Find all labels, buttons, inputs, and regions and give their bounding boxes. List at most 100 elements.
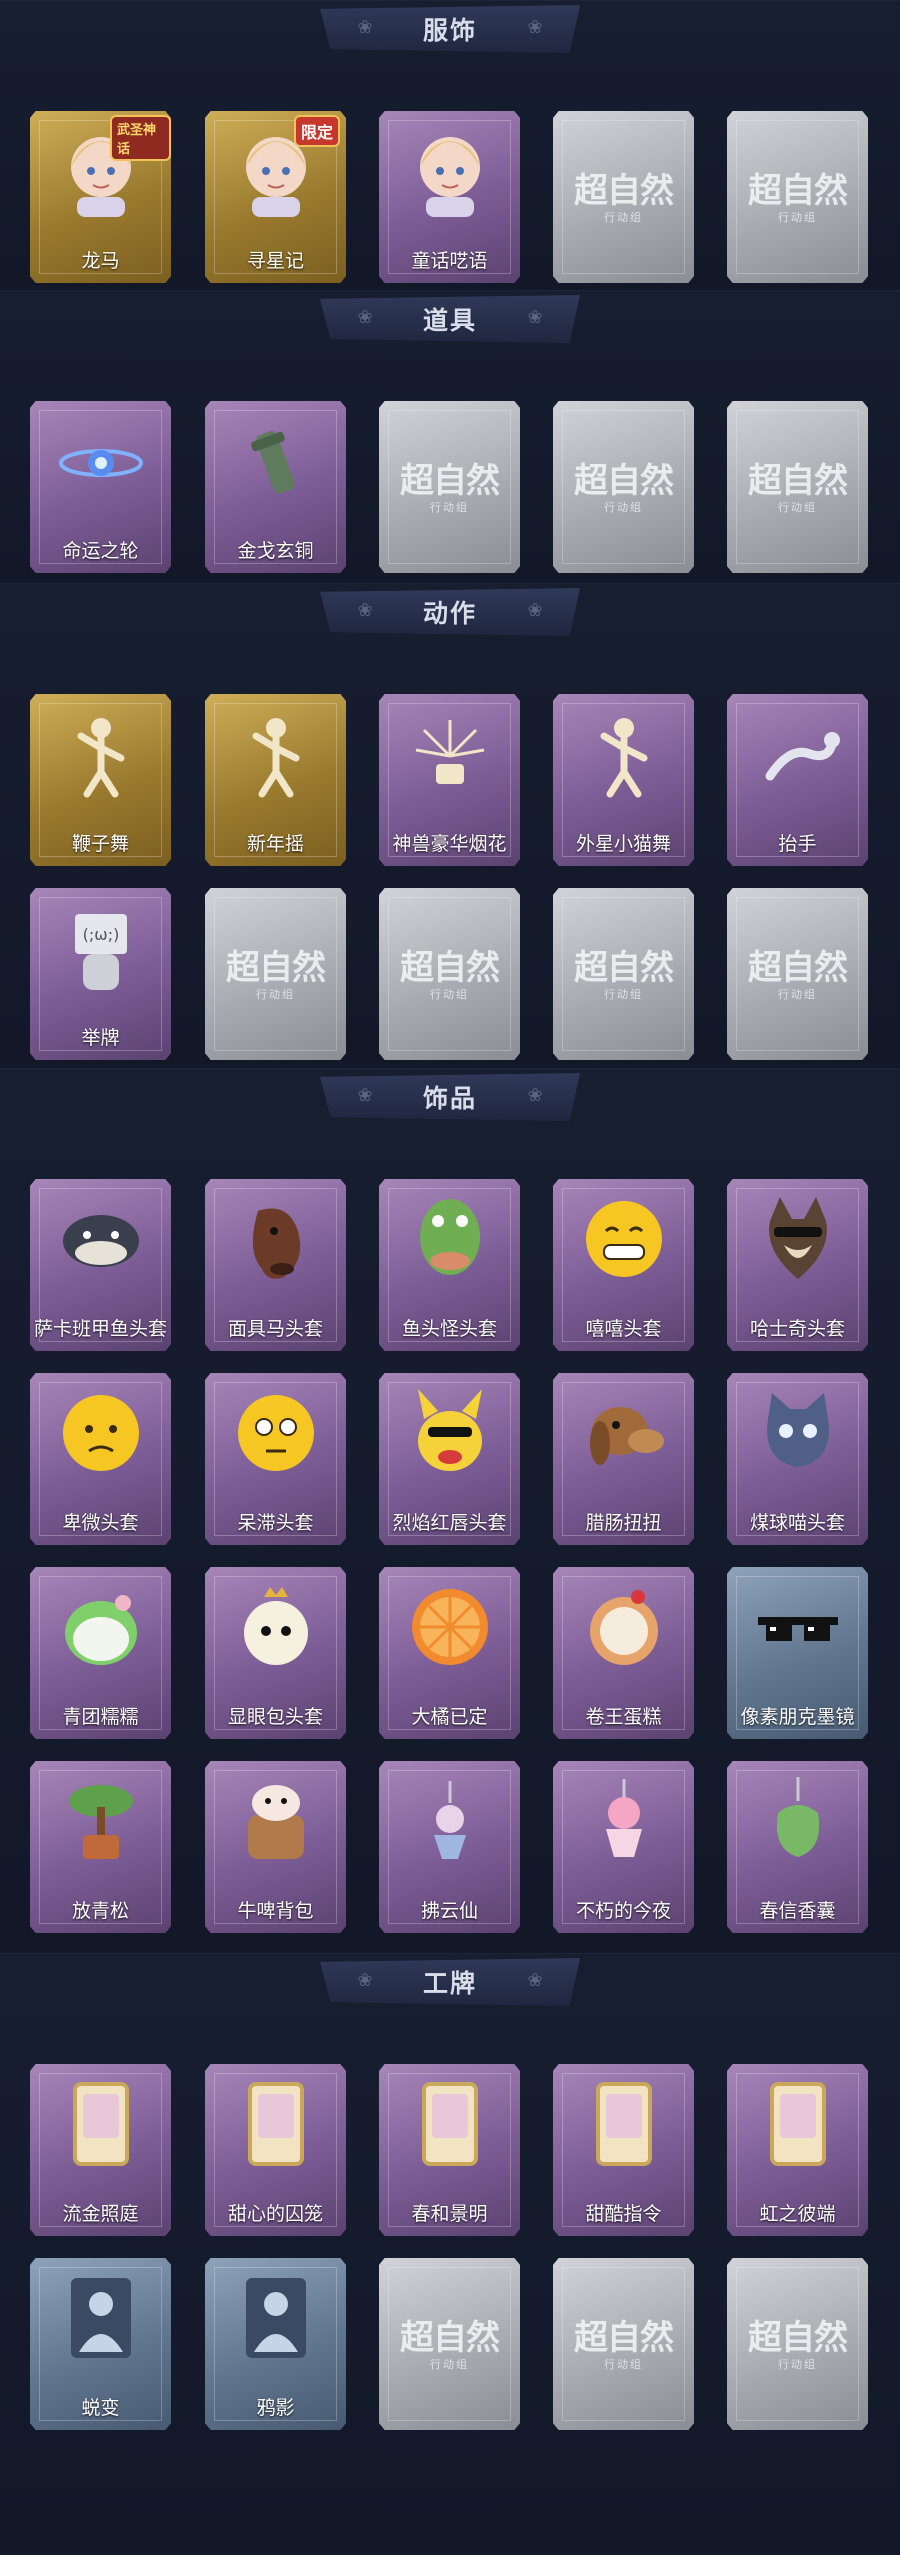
item-card[interactable]: 牛啤背包 (205, 1761, 346, 1933)
item-label: 龙马 (81, 250, 120, 272)
item-card[interactable]: 大橘已定 (379, 1567, 520, 1739)
item-card[interactable]: 鱼头怪头套 (379, 1179, 520, 1351)
ornament-left-icon: ❀ (357, 1085, 373, 1106)
locked-item-card[interactable]: 超自然 行动组 (727, 2258, 868, 2430)
item-card[interactable]: 腊肠扭扭 (553, 1373, 694, 1545)
watermark-subtext: 行动组 (604, 2358, 643, 2371)
ornament-right-icon: ❀ (527, 307, 543, 328)
item-card[interactable]: 春和景明 (379, 2064, 520, 2236)
item-label: 外星小猫舞 (575, 833, 671, 855)
item-card[interactable]: 萨卡班甲鱼头套 (30, 1179, 171, 1351)
locked-item-card[interactable]: 超自然 行动组 (379, 2258, 520, 2430)
item-label: 抬手 (778, 833, 817, 855)
badge-frame-icon (750, 2076, 846, 2172)
item-card[interactable]: 抬手 (727, 694, 868, 866)
bonsai-pine-icon (53, 1773, 149, 1869)
item-card[interactable]: 面具马头套 (205, 1179, 346, 1351)
item-label: 哈士奇头套 (749, 1318, 845, 1340)
item-card[interactable]: 金戈玄铜 (205, 401, 346, 573)
dance-pose-icon (228, 706, 324, 802)
item-card[interactable]: 神兽豪华烟花 (379, 694, 520, 866)
item-label: 嘻嘻头套 (585, 1318, 662, 1340)
svg-text:(;ω;): (;ω;) (82, 925, 119, 944)
section-title: 道具 (422, 306, 477, 335)
badge-frame-icon (402, 2076, 498, 2172)
watermark-text: 超自然 (226, 948, 326, 988)
locked-item-card[interactable]: 超自然 行动组 (553, 2258, 694, 2430)
section-banner: ❀ 动作 ❀ (320, 588, 580, 636)
item-card[interactable]: 鞭子舞 (30, 694, 171, 866)
watermark-subtext: 行动组 (778, 2358, 817, 2371)
watermark-text: 超自然 (748, 461, 848, 501)
item-card[interactable]: 烈焰红唇头套 (379, 1373, 520, 1545)
locked-item-card[interactable]: 超自然 行动组 (379, 401, 520, 573)
item-card[interactable]: 外星小猫舞 (553, 694, 694, 866)
item-card[interactable]: 煤球喵头套 (727, 1373, 868, 1545)
item-card[interactable]: 童话呓语 (379, 111, 520, 283)
item-label: 命运之轮 (62, 540, 139, 562)
watermark-subtext: 行动组 (778, 211, 817, 224)
item-card[interactable]: 流金照庭 (30, 2064, 171, 2236)
watermark-text: 超自然 (574, 171, 674, 211)
sachet-icon (750, 1773, 846, 1869)
locked-item-card[interactable]: 超自然 行动组 (553, 888, 694, 1060)
pikachu-head-icon (402, 1385, 498, 1481)
item-label: 卑微头套 (62, 1512, 139, 1534)
item-card[interactable]: 像素朋克墨镜 (727, 1567, 868, 1739)
limited-badge: 武圣神话 (110, 115, 171, 161)
locked-item-card[interactable]: 超自然 行动组 (553, 111, 694, 283)
item-card[interactable]: 春信香囊 (727, 1761, 868, 1933)
locked-item-card[interactable]: 超自然 行动组 (727, 888, 868, 1060)
ornament-left-icon: ❀ (357, 307, 373, 328)
item-card[interactable]: 显眼包头套 (205, 1567, 346, 1739)
locked-item-card[interactable]: 超自然 行动组 (553, 401, 694, 573)
item-label: 鸦影 (256, 2397, 295, 2419)
item-card[interactable]: 甜心的囚笼 (205, 2064, 346, 2236)
item-card[interactable]: 放青松 (30, 1761, 171, 1933)
watermark-subtext: 行动组 (604, 988, 643, 1001)
section-title: 饰品 (422, 1084, 477, 1113)
item-card[interactable]: (;ω;) 举牌 (30, 888, 171, 1060)
item-card[interactable]: 新年摇 (205, 694, 346, 866)
item-card[interactable]: 命运之轮 (30, 401, 171, 573)
watermark-text: 超自然 (574, 461, 674, 501)
horse-head-icon (228, 1191, 324, 1287)
item-label: 烈焰红唇头套 (392, 1512, 507, 1534)
section-4: ❀ 工牌 ❀ 流金照庭 甜心的囚笼 春和景明 甜酷指令 虹之彼端 蜕变 鸦影 超自然 行动组 超自然 行动… (0, 1953, 900, 2555)
item-card[interactable]: 甜酷指令 (553, 2064, 694, 2236)
ornament-right-icon: ❀ (527, 1085, 543, 1106)
item-card[interactable]: 不朽的今夜 (553, 1761, 694, 1933)
section-title: 工牌 (422, 1969, 477, 1998)
item-card[interactable]: 嘻嘻头套 (553, 1179, 694, 1351)
watermark-subtext: 行动组 (604, 211, 643, 224)
item-card[interactable]: 拂云仙 (379, 1761, 520, 1933)
item-label: 不朽的今夜 (575, 1900, 671, 1922)
item-label: 甜酷指令 (585, 2203, 662, 2225)
item-card[interactable]: 虹之彼端 (727, 2064, 868, 2236)
item-card[interactable]: 呆滞头套 (205, 1373, 346, 1545)
watermark-text: 超自然 (574, 948, 674, 988)
section-title: 服饰 (422, 16, 477, 45)
locked-item-card[interactable]: 超自然 行动组 (727, 401, 868, 573)
locked-item-card[interactable]: 超自然 行动组 (379, 888, 520, 1060)
watermark-text: 超自然 (574, 2318, 674, 2358)
section-1: ❀ 道具 ❀ 命运之轮 金戈玄铜 超自然 行动组 超自然 行动组 超自然 行动组 (0, 290, 900, 584)
item-label: 拂云仙 (420, 1900, 478, 1922)
fish-head-icon (53, 1191, 149, 1287)
husky-head-icon (750, 1191, 846, 1287)
item-card[interactable]: 龙马 武圣神话 (30, 111, 171, 283)
item-card[interactable]: 卑微头套 (30, 1373, 171, 1545)
section-banner: ❀ 饰品 ❀ (320, 1073, 580, 1121)
item-card[interactable]: 鸦影 (205, 2258, 346, 2430)
watermark-subtext: 行动组 (256, 988, 295, 1001)
item-card[interactable]: 青团糯糯 (30, 1567, 171, 1739)
item-label: 童话呓语 (411, 250, 488, 272)
locked-item-card[interactable]: 超自然 行动组 (205, 888, 346, 1060)
locked-item-card[interactable]: 超自然 行动组 (727, 111, 868, 283)
item-card[interactable]: 蜕变 (30, 2258, 171, 2430)
item-card[interactable]: 卷王蛋糕 (553, 1567, 694, 1739)
bronze-relic-icon (228, 413, 324, 509)
badge-frame-icon (576, 2076, 672, 2172)
item-card[interactable]: 哈士奇头套 (727, 1179, 868, 1351)
item-card[interactable]: 寻星记 限定 (205, 111, 346, 283)
